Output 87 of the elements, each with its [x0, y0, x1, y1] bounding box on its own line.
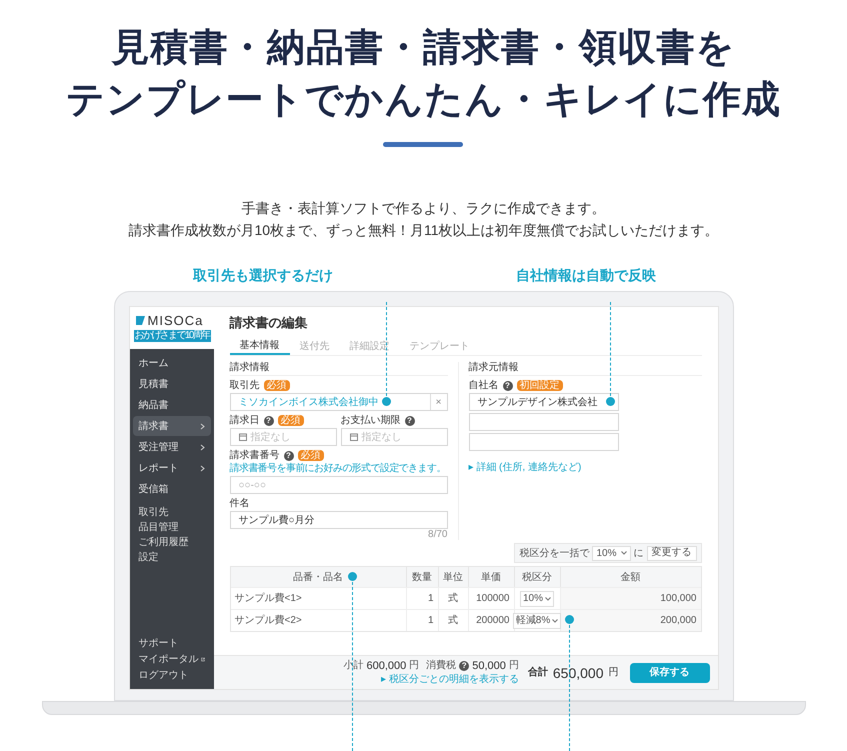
table-cell-text: サンプル費<2>: [234, 614, 302, 628]
headline: 見積書・納品書・請求書・領収書を: [111, 26, 736, 71]
column-header: 数量: [406, 567, 438, 587]
change-button[interactable]: 変更する: [646, 546, 696, 560]
bulk-tax-label: 税区分を一括で: [519, 546, 590, 560]
callout-label: 自社情報は自動で反映: [516, 266, 656, 285]
callout-label: 取引先も選択するだけ: [193, 266, 333, 285]
total-amount: 650,000: [552, 664, 604, 680]
table-cell-text: サンプル費<1>: [234, 592, 302, 606]
tax-select[interactable]: 10%: [592, 546, 630, 560]
input-field[interactable]: サンプル費○月分: [230, 511, 448, 529]
caret-icon: [620, 551, 626, 555]
help-icon: ?: [284, 450, 294, 460]
intro-text: 手書き・表計算ソフトで作るより、ラクに作成できます。: [241, 199, 606, 217]
sidebar-item[interactable]: 受信箱: [132, 479, 210, 499]
chevron-icon: [200, 464, 204, 472]
field-label: 件名: [230, 498, 250, 508]
bulk-tax-suffix: に: [634, 546, 644, 560]
help-icon: ?: [459, 661, 470, 671]
sidebar-item[interactable]: ホーム: [132, 353, 210, 373]
column-header: 税区分: [514, 567, 560, 587]
tax-label: 消費税: [426, 660, 456, 672]
sidebar-item[interactable]: 見積書: [132, 374, 210, 394]
input-field[interactable]: [468, 413, 618, 431]
help-icon: ?: [264, 416, 274, 426]
tax-select[interactable]: 10%: [520, 590, 554, 606]
currency-label: 円: [608, 666, 618, 678]
logo-icon: [136, 316, 144, 325]
currency-label: 円: [508, 660, 519, 672]
column-header: 単価: [468, 567, 514, 587]
field-label: お支払い期限: [340, 416, 400, 426]
table-cell-text: 1: [428, 614, 434, 628]
calendar-icon: [350, 433, 358, 441]
required-badge: 必須: [278, 415, 304, 426]
logo-text: MISOCa: [148, 314, 204, 327]
help-icon: ?: [404, 416, 414, 426]
sidebar-link[interactable]: 設定: [130, 550, 214, 565]
table-cell-text: 100000: [476, 592, 510, 606]
chevron-icon: [200, 422, 204, 430]
input-field[interactable]: [468, 433, 618, 451]
character-counter: 8/70: [427, 530, 448, 540]
table-cell-text: 式: [448, 614, 458, 628]
logo-tagline: おかげさまで10周年: [134, 330, 211, 342]
required-badge: 初回設定: [516, 380, 562, 391]
table-cell-text: 式: [448, 592, 458, 606]
tab[interactable]: 基本情報: [230, 337, 290, 355]
intro-text: 請求書作成枚数が月10枚まで、ずっと無料！月11枚以上は初年度無償でお試しいただけます。: [128, 221, 719, 239]
sidebar-item[interactable]: 請求書: [132, 416, 210, 436]
sidebar-link[interactable]: サポート: [130, 635, 214, 651]
field-label: 自社名: [468, 380, 498, 390]
input-field[interactable]: ミソカインボイス株式会社御中 ×: [230, 393, 448, 411]
required-badge: 必須: [264, 380, 290, 391]
sidebar-link[interactable]: ログアウト: [130, 667, 214, 683]
field-label: 請求日: [230, 416, 260, 426]
column-header: 金額: [620, 570, 642, 584]
column-header: 単位: [438, 567, 468, 587]
sidebar-link[interactable]: 取引先: [130, 505, 214, 520]
total-label: 合計: [528, 666, 548, 678]
sidebar-item[interactable]: 納品書: [132, 395, 210, 415]
clear-button[interactable]: ×: [430, 394, 446, 410]
field-label: 請求書番号: [230, 450, 280, 460]
headline: テンプレートでかんたん・キレイに作成: [66, 78, 782, 123]
caret-icon: [545, 596, 551, 600]
table-cell-text: 200000: [476, 614, 510, 628]
sidebar-link[interactable]: 品目管理: [130, 520, 214, 535]
external-link-icon: [200, 656, 204, 662]
table-cell-text: 200,000: [660, 614, 696, 628]
tax-select[interactable]: 軽減8%: [512, 612, 562, 628]
field-label: 取引先: [230, 380, 260, 390]
subtotal-amount: 600,000: [366, 660, 406, 672]
tax-amount: 50,000: [472, 660, 506, 672]
help-icon: ?: [502, 380, 512, 390]
sidebar-link[interactable]: ご利用履歴: [130, 535, 214, 550]
sidebar-link[interactable]: マイポータル: [130, 651, 214, 667]
section-heading: 請求元情報: [468, 362, 702, 376]
sidebar-item[interactable]: 受注管理: [132, 437, 210, 457]
caret-icon: [552, 618, 558, 622]
sidebar-item[interactable]: レポート: [132, 458, 210, 478]
calendar-icon: [238, 433, 246, 441]
chevron-icon: [200, 444, 204, 450]
section-heading: 請求情報: [230, 362, 448, 376]
currency-label: 円: [409, 660, 420, 672]
table-cell-text: 1: [428, 592, 434, 606]
page-title: 請求書の編集: [230, 315, 308, 331]
required-badge: 必須: [298, 450, 324, 461]
table-cell-text: 100,000: [660, 592, 696, 606]
input-field[interactable]: サンプルデザイン株式会社: [468, 393, 618, 411]
